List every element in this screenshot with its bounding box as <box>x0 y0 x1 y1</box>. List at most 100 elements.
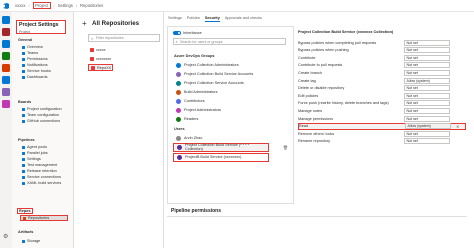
inheritance-toggle[interactable] <box>173 31 181 35</box>
user-avatar-icon <box>177 154 182 160</box>
inheritance-label: Inheritance <box>183 30 202 35</box>
breadcrumb-org[interactable]: xxxxx <box>15 3 25 8</box>
group-row[interactable]: Project Collection Build Service Account… <box>173 70 290 79</box>
test-plans-icon[interactable] <box>2 88 10 96</box>
tab-security[interactable]: Security <box>204 16 220 22</box>
nav-item-label: Repositories <box>28 216 50 220</box>
group-row[interactable]: Project Collection Service Accounts <box>173 79 290 88</box>
user-label: Arvin Zhao <box>184 136 203 141</box>
permission-label: Read <box>299 124 309 129</box>
nav-item-storage[interactable]: Storage <box>22 238 40 244</box>
permission-label: Contribute <box>298 55 316 60</box>
permission-value-dropdown[interactable]: Not set <box>404 54 450 61</box>
nav-item-label: Test management <box>27 163 58 167</box>
tab-policies[interactable]: Policies <box>187 16 200 22</box>
nav-item-github-connections[interactable]: GitHub connections <box>22 118 60 124</box>
permission-value-dropdown[interactable]: Allow (system) <box>404 77 450 84</box>
user-avatar-icon <box>176 135 181 141</box>
azure-devops-logo-icon[interactable] <box>0 0 12 12</box>
gear-icon[interactable]: ⚙ <box>3 234 9 240</box>
permission-label: Create branch <box>298 71 323 76</box>
group-label: Project Collection Service Accounts <box>184 81 244 86</box>
nav-item-label: Settings <box>27 157 41 161</box>
add-repository-icon[interactable]: + <box>82 20 90 28</box>
search-icon: ⌕ <box>175 39 178 44</box>
project-configuration-icon <box>22 107 25 111</box>
clear-permission-icon[interactable]: ✕ <box>456 124 459 129</box>
delete-icon[interactable]: 🗑 <box>283 145 288 150</box>
user-row[interactable]: Arvin Zhao <box>173 134 290 143</box>
settings-title: Project Settings <box>19 22 59 28</box>
permission-row: Create tag Allow (system) <box>298 77 466 84</box>
breadcrumb-project[interactable]: Project <box>32 2 51 9</box>
group-row[interactable]: Project Collection Administrators <box>173 61 290 70</box>
permission-row: Contribute to pull requests Not set <box>298 62 466 69</box>
breadcrumb-separator-icon: / <box>53 3 55 8</box>
group-label: Project Administrators <box>184 108 221 113</box>
artifacts-icon[interactable] <box>2 100 10 108</box>
nav-group-repos: Repos <box>17 208 33 214</box>
permission-value-dropdown[interactable]: Not set <box>404 108 450 115</box>
nav-item-label: Dashboards <box>27 75 48 79</box>
filter-placeholder: Filter repositories <box>96 36 124 40</box>
breadcrumb-settings[interactable]: Settings <box>58 3 73 8</box>
permission-value-dropdown[interactable]: Not set <box>404 85 450 92</box>
notifications-icon <box>22 63 25 67</box>
boards-icon[interactable] <box>2 52 10 60</box>
permission-label: Edit policies <box>298 93 319 98</box>
breadcrumb-separator-icon: / <box>28 3 30 8</box>
tab-settings[interactable]: Settings <box>168 16 182 22</box>
repo-item[interactable]: xxxxxxxx <box>88 55 148 62</box>
permission-value-dropdown[interactable]: Not set <box>404 70 450 77</box>
permission-value-dropdown[interactable]: Not set <box>404 115 450 122</box>
permission-value-dropdown[interactable]: Not set <box>404 39 450 46</box>
user-row[interactable]: ProjectB Build Service (xxxxxxxx) <box>173 153 269 162</box>
overview-icon[interactable] <box>2 16 10 24</box>
project-icon[interactable] <box>2 28 10 36</box>
repo-item-selected[interactable]: RepoXX <box>88 64 113 71</box>
team-configuration-icon <box>22 113 25 117</box>
summary-icon[interactable] <box>2 40 10 48</box>
group-avatar-icon <box>176 62 181 68</box>
permission-value-dropdown[interactable]: Not set <box>404 92 450 99</box>
repo-item[interactable]: xxxxx <box>88 46 148 53</box>
pipelines-icon[interactable] <box>2 76 10 84</box>
github-icon <box>22 119 25 123</box>
group-label: Project Collection Administrators <box>184 63 239 68</box>
security-identities-card: Inheritance ⌕ Search for users or groups… <box>167 26 294 204</box>
group-row[interactable]: Readers <box>173 115 290 124</box>
permission-row: Force push (rewrite history, delete bran… <box>298 100 466 107</box>
user-row-selected[interactable]: Project Collection Build Service (* * * … <box>173 143 288 152</box>
breadcrumb-repos[interactable]: Repositories <box>80 3 103 8</box>
filter-repositories-input[interactable]: ⌕ Filter repositories <box>88 34 160 42</box>
permission-row: Edit policies Not set <box>298 92 466 99</box>
group-row[interactable]: Build Administrators <box>173 88 290 97</box>
tab-approvals-and-checks[interactable]: Approvals and checks <box>225 16 262 22</box>
group-row[interactable]: Contributors <box>173 97 290 106</box>
permission-value-dropdown[interactable]: Not set <box>404 130 450 137</box>
permission-label: Create tag <box>298 78 316 83</box>
permission-row: Create branch Not set <box>298 69 466 77</box>
permission-value-dropdown[interactable]: Not set <box>404 100 450 107</box>
nav-item-repositories[interactable]: Repositories <box>20 215 68 221</box>
settings-icon <box>22 157 25 161</box>
permission-value-dropdown[interactable]: Not set <box>404 62 450 69</box>
nav-item-xaml-build-services[interactable]: XAML build services <box>22 180 61 186</box>
repos-icon[interactable] <box>2 64 10 72</box>
permission-value-dropdown[interactable]: Allow (system) <box>405 123 451 130</box>
test-management-icon <box>22 163 25 167</box>
permission-value-dropdown[interactable]: Not set <box>404 138 450 145</box>
nav-item-label: Storage <box>27 239 41 243</box>
search-users-groups-input[interactable]: ⌕ Search for users or groups <box>173 38 286 45</box>
nav-item-dashboards[interactable]: Dashboards <box>22 74 47 80</box>
agent-pools-icon <box>22 145 25 149</box>
permission-label: Rename repository <box>298 139 331 144</box>
nav-item-label: XAML build services <box>27 181 62 185</box>
settings-header: Project Settings Project <box>16 20 66 34</box>
group-row[interactable]: Project Administrators <box>173 106 290 115</box>
settings-nav: Project Settings Project General Overvie… <box>12 12 74 248</box>
service-rail: ⚙ <box>0 12 12 248</box>
permission-value-dropdown[interactable]: Not set <box>404 47 450 54</box>
dashboards-icon <box>22 75 25 79</box>
nav-item-label: Agent pools <box>27 145 48 149</box>
